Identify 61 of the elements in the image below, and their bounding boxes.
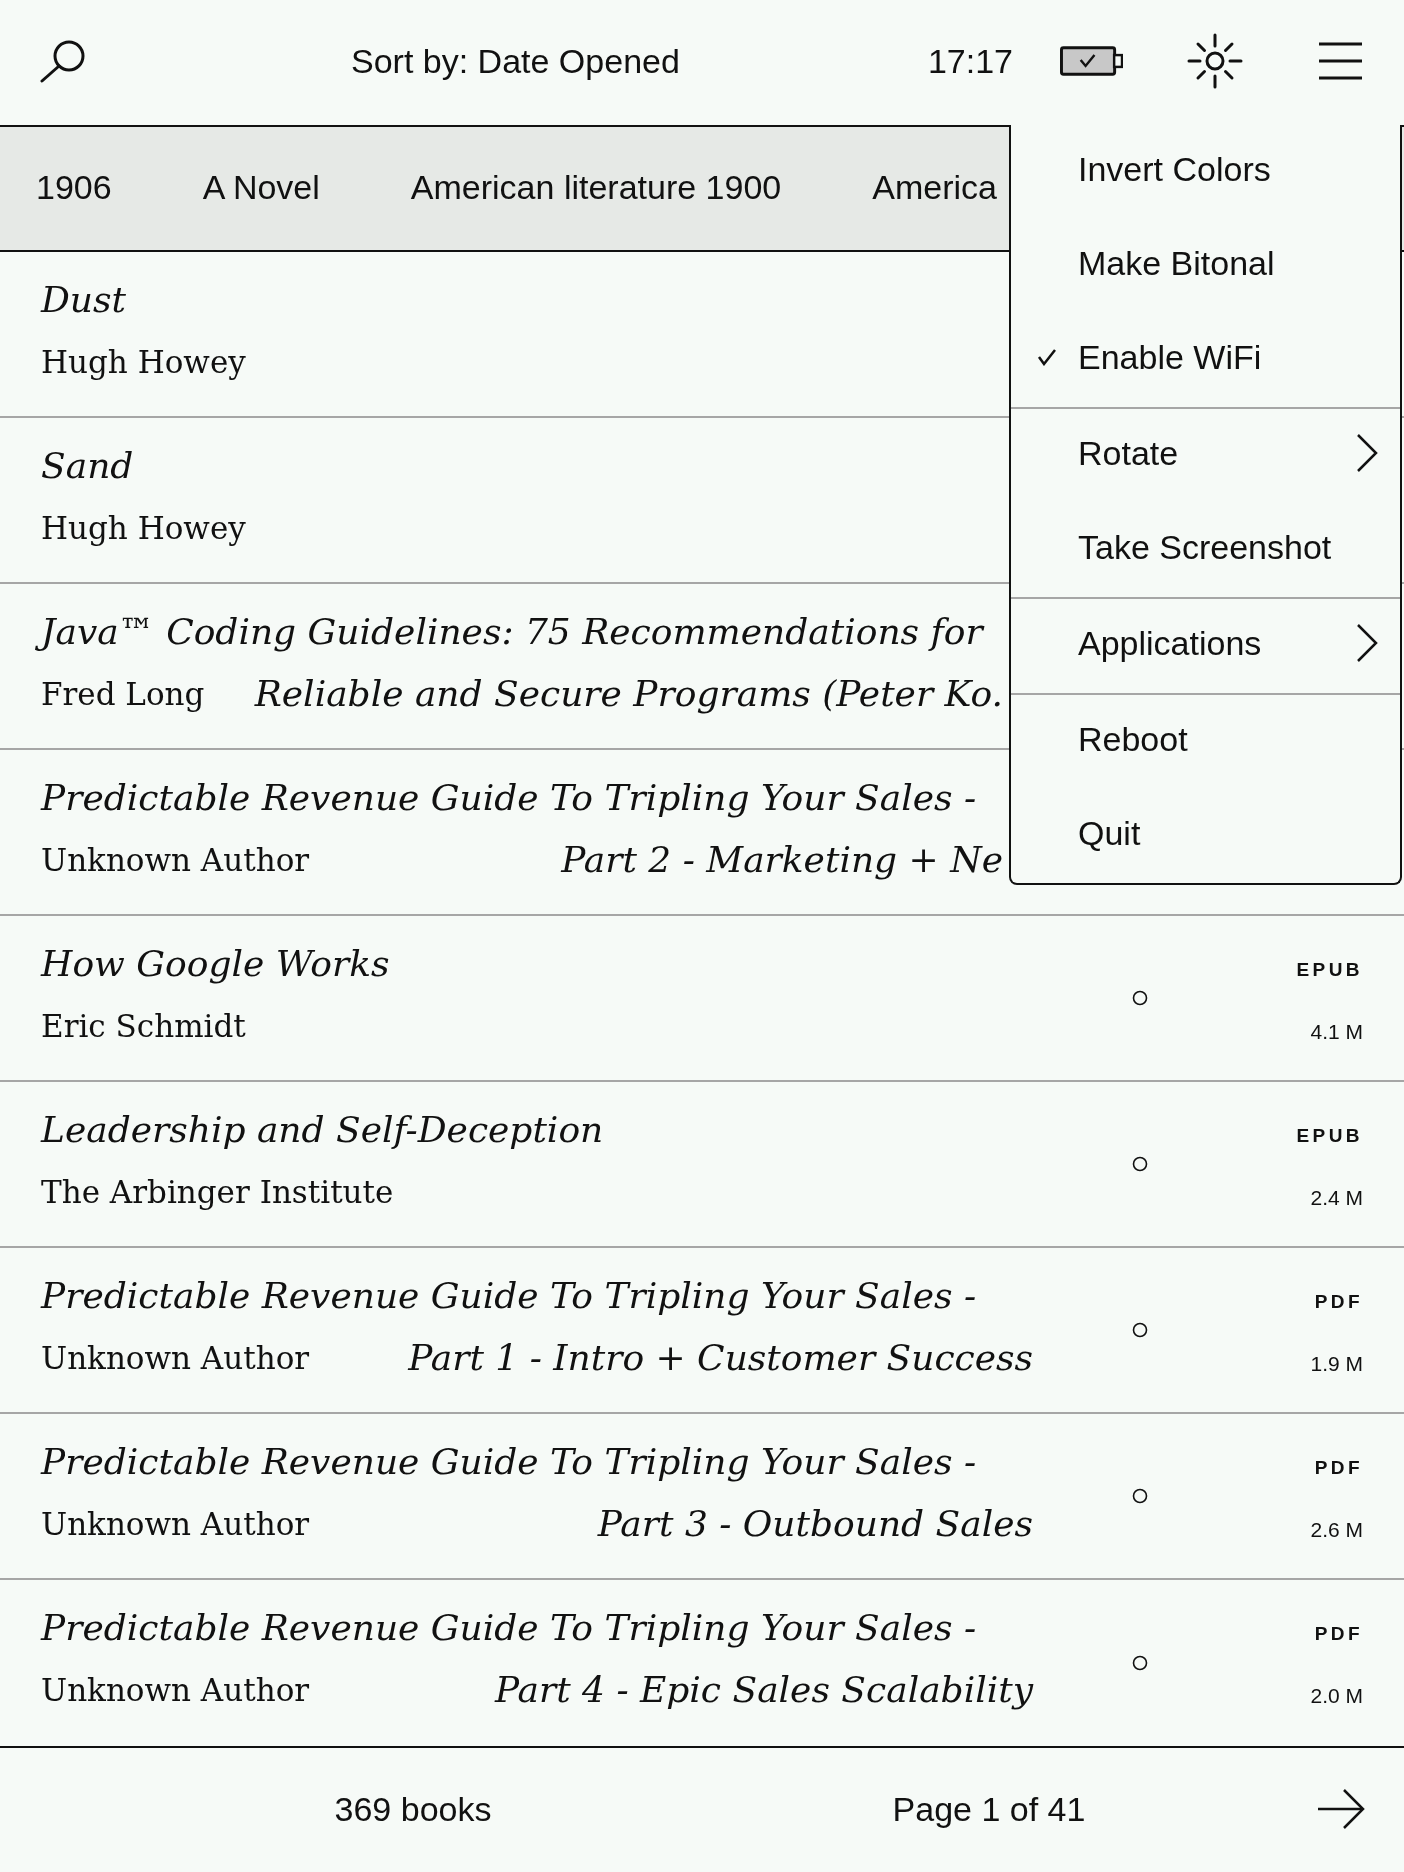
file-format: PDF (1314, 1290, 1363, 1314)
book-row[interactable]: Predictable Revenue Guide To Tripling Your Sales - Unknown Author Part 4 - Epic Sales Scalability PDF 2.0 M (0, 1580, 1404, 1746)
status-circle-icon (1132, 1655, 1148, 1671)
book-author: The Arbinger Institute (41, 1173, 394, 1212)
sort-selector[interactable]: Sort by: Date Opened (351, 39, 680, 83)
book-title: How Google Works (39, 942, 391, 986)
menu-item[interactable]: Quit (1011, 789, 1400, 883)
page-indicator: Page 1 of 41 (892, 1788, 1086, 1830)
book-row[interactable]: How Google Works Eric Schmidt EPUB 4.1 M (0, 916, 1404, 1082)
menu-item[interactable]: Applications (1011, 599, 1400, 693)
tag-link[interactable]: 1906 (36, 165, 112, 209)
menu-item[interactable]: Invert Colors (1011, 125, 1400, 219)
book-title: Part 4 - Epic Sales Scalability (493, 1668, 1035, 1712)
file-size: 2.4 M (1310, 1185, 1363, 1211)
search-icon[interactable] (40, 39, 86, 83)
book-author: Fred Long (41, 675, 205, 714)
book-author: Eric Schmidt (41, 1007, 246, 1046)
book-title: Predictable Revenue Guide To Tripling Your Sales - (39, 1440, 978, 1484)
book-row[interactable]: Predictable Revenue Guide To Tripling Your Sales - Unknown Author Part 3 - Outbound Sales PDF 2.6 M (0, 1414, 1404, 1580)
status-circle-icon (1132, 1488, 1148, 1504)
book-title: Java™ Coding Guidelines: 75 Recommendations for (33, 607, 988, 657)
file-format: EPUB (1296, 1124, 1363, 1148)
book-title: Reliable and Secure Programs (Peter Ko. (253, 672, 1004, 716)
book-author: Hugh Howey (41, 343, 246, 382)
book-author: Unknown Author (41, 1671, 310, 1710)
book-row[interactable]: Predictable Revenue Guide To Tripling Your Sales - Unknown Author Part 1 - Intro + Customer Success PDF 1.9 M (0, 1248, 1404, 1414)
book-author: Unknown Author (41, 841, 310, 880)
clock-time: 17:17 (927, 41, 1013, 82)
book-author: Hugh Howey (41, 509, 246, 548)
book-title: Dust (39, 278, 127, 322)
status-circle-icon (1132, 1322, 1148, 1338)
file-size: 2.0 M (1310, 1683, 1363, 1709)
file-format: EPUB (1296, 958, 1363, 982)
file-size: 4.1 M (1310, 1019, 1363, 1045)
tag-link[interactable]: American literature 1900 (410, 165, 782, 209)
book-title: Predictable Revenue Guide To Tripling Your Sales - (39, 1274, 978, 1318)
tag-link[interactable]: A Novel (202, 165, 320, 209)
book-author: Unknown Author (41, 1339, 310, 1378)
battery-icon (1060, 46, 1123, 76)
book-title: Part 2 - Marketing + Ne (559, 838, 1004, 882)
book-row[interactable]: Leadership and Self-Deception The Arbinger Institute EPUB 2.4 M (0, 1082, 1404, 1248)
chevron-right-icon (1356, 623, 1378, 663)
book-title: Predictable Revenue Guide To Tripling Your Sales - (39, 1606, 978, 1650)
book-title: Sand (40, 444, 135, 488)
status-circle-icon (1132, 1156, 1148, 1172)
file-format: PDF (1314, 1456, 1363, 1480)
book-title: Part 1 - Intro + Customer Success (406, 1336, 1034, 1380)
file-size: 2.6 M (1310, 1517, 1363, 1543)
menu-icon[interactable] (1319, 42, 1362, 80)
book-title: Leadership and Self-Deception (39, 1108, 605, 1152)
file-size: 1.9 M (1310, 1351, 1363, 1377)
status-circle-icon (1132, 990, 1148, 1006)
chevron-right-icon (1356, 433, 1378, 473)
sun-icon[interactable] (1187, 33, 1243, 89)
book-count: 369 books (334, 1788, 492, 1830)
book-title: Predictable Revenue Guide To Tripling Your Sales - (39, 776, 978, 820)
menu-item[interactable]: Enable WiFi (1011, 313, 1400, 407)
book-author: Unknown Author (41, 1505, 310, 1544)
tag-link[interactable]: America (872, 165, 997, 209)
file-format: PDF (1314, 1622, 1363, 1646)
book-title: Part 3 - Outbound Sales (596, 1502, 1034, 1546)
